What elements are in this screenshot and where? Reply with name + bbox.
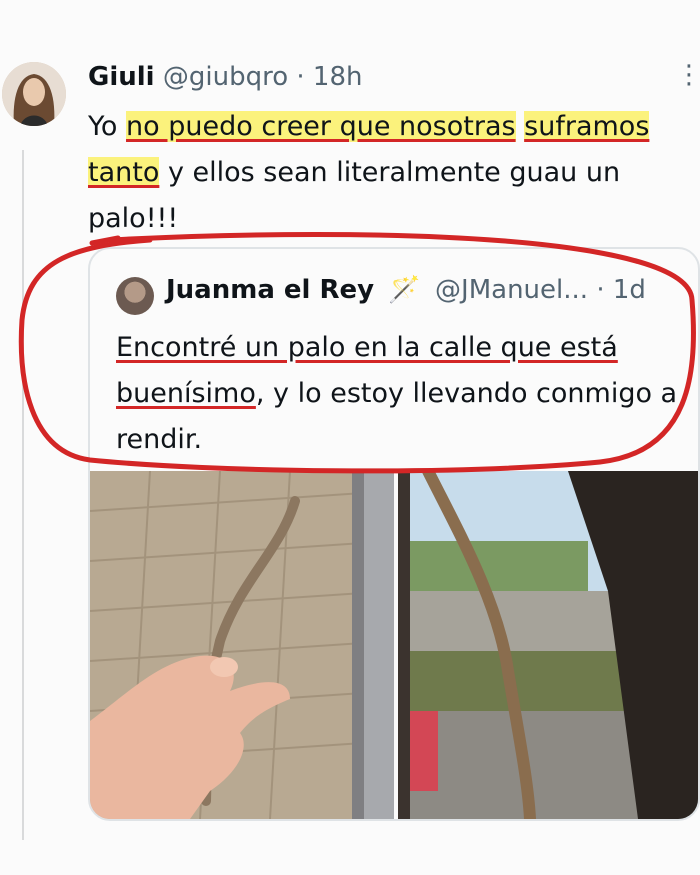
author-name[interactable]: Giuli	[88, 62, 155, 92]
quoted-author-handle[interactable]: @JManuel...	[435, 275, 588, 305]
tweet-text-part: y ellos sean literalmente guau un palo!!…	[88, 157, 621, 234]
more-vertical-icon[interactable]: ⋮	[676, 62, 700, 88]
author-handle[interactable]: @giubqro	[163, 62, 288, 92]
magic-wand-icon: 🪄	[388, 275, 421, 305]
timestamp[interactable]: 18h	[313, 62, 363, 92]
photo-hand-holding-stick[interactable]	[90, 471, 394, 819]
quoted-timestamp[interactable]: 1d	[613, 275, 646, 305]
tweet-header: Giuli @giubqro · 18h	[88, 62, 362, 92]
quoted-header: Juanma el Rey 🪄 @JManuel... · 1d	[166, 275, 646, 305]
thread-line	[22, 150, 24, 840]
quoted-avatar[interactable]	[116, 277, 154, 315]
tweet-text: Yo no puedo creer que nosotras suframos …	[88, 104, 698, 242]
avatar-photo	[2, 62, 66, 126]
separator-dot: ·	[596, 275, 605, 305]
photo-image	[398, 471, 698, 819]
separator-dot: ·	[296, 62, 305, 92]
avatar[interactable]	[2, 62, 66, 126]
quoted-text: Encontré un palo en la calle que está bu…	[116, 325, 686, 463]
photo-stick-in-car[interactable]	[398, 471, 698, 819]
quoted-author-name[interactable]: Juanma el Rey	[166, 275, 374, 305]
quoted-tweet[interactable]: Juanma el Rey 🪄 @JManuel... · 1d Encontr…	[88, 247, 700, 821]
highlighted-phrase: no puedo creer que nosotras	[126, 111, 516, 142]
photo-image	[90, 471, 394, 819]
media-grid	[90, 471, 698, 819]
tweet-text-part: Yo	[88, 111, 118, 142]
